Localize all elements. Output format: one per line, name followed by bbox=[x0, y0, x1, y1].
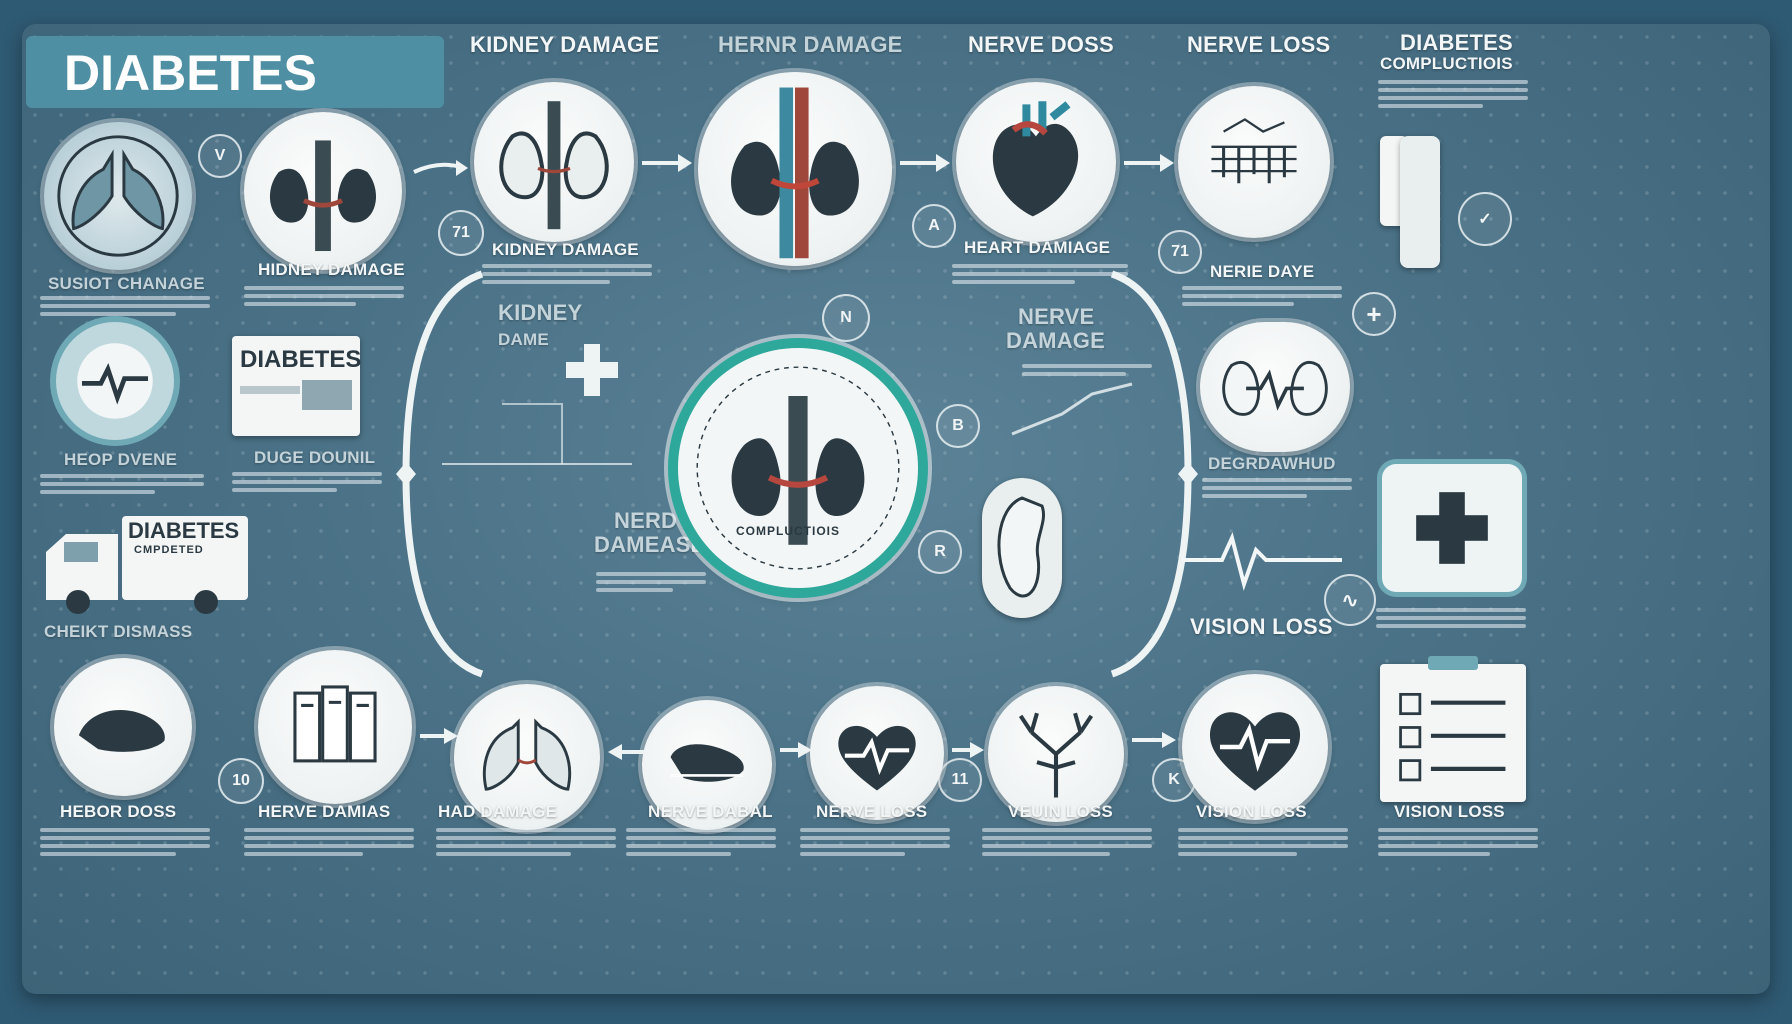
label-heart-damiage: HEART DAMIAGE bbox=[964, 238, 1111, 257]
check-badge-icon: ✓ bbox=[1458, 192, 1512, 246]
kidney-icon-3 bbox=[698, 72, 892, 266]
diabetes-card: DIABETES bbox=[232, 336, 362, 436]
left-bracket bbox=[396, 270, 632, 678]
text-block bbox=[626, 824, 776, 860]
bottom-label-hebor-doss: HEBOR DOSS bbox=[60, 802, 177, 821]
label-susiot-chanage: SUSIOT CHANAGE bbox=[48, 274, 205, 293]
badge-a: A bbox=[912, 204, 956, 248]
arrow-right-icon bbox=[413, 160, 468, 176]
clipboard-icon bbox=[1380, 656, 1526, 802]
badge-r: R bbox=[918, 530, 962, 574]
badge-71-right: 71 bbox=[1158, 230, 1202, 274]
text-block bbox=[1178, 824, 1348, 860]
infographic-board: DIABETES KIDNEY DAMAGE HERNR DAMAGE NERV… bbox=[22, 24, 1770, 994]
diabetes-card-title: DIABETES bbox=[240, 346, 362, 373]
heartbeat-icon bbox=[56, 322, 174, 440]
truck-label-1: DIABETES bbox=[128, 518, 240, 543]
arrow-right-icon bbox=[642, 154, 692, 172]
badge-71: 71 bbox=[438, 210, 484, 256]
arrow-right-icon bbox=[952, 742, 984, 758]
header-nerve-loss: NERVE LOSS bbox=[1187, 32, 1331, 57]
bottom-label-vision-loss: VISION LOSS bbox=[1196, 802, 1307, 821]
header-diabetes: DIABETES bbox=[1400, 30, 1513, 55]
kidney-detail-icon bbox=[982, 478, 1062, 618]
text-block bbox=[40, 470, 204, 498]
insulin-pen-icon bbox=[1400, 136, 1440, 268]
label-heop-dvene: HEOP DVENE bbox=[64, 450, 178, 469]
label-degrdawhud: DEGRDAWHUD bbox=[1208, 454, 1336, 473]
heart-pulse-icon bbox=[810, 686, 944, 820]
arrow-left-icon bbox=[608, 744, 646, 760]
medical-kit-icon bbox=[1382, 464, 1522, 592]
heart-icon bbox=[956, 82, 1116, 242]
pulse-badge-icon: ∿ bbox=[1324, 574, 1376, 626]
bottom-label-vision-loss-2: VISION LOSS bbox=[1394, 802, 1505, 821]
text-block bbox=[244, 824, 414, 860]
badge-n: N bbox=[822, 294, 870, 342]
kidney-icon-1 bbox=[244, 112, 402, 270]
arrow-right-icon bbox=[420, 728, 458, 744]
arrow-right-icon bbox=[1124, 154, 1174, 172]
text-block bbox=[1022, 360, 1152, 380]
label-duge-dounil: DUGE DOUNIL bbox=[254, 448, 376, 467]
kidney-pulse-icon bbox=[1200, 322, 1350, 452]
bottom-label-nerve-dabal: NERVE DABAL bbox=[648, 802, 773, 821]
text-block bbox=[40, 824, 210, 860]
text-block bbox=[232, 468, 382, 496]
text-block bbox=[1378, 76, 1528, 112]
text-block bbox=[800, 824, 950, 860]
text-block bbox=[1376, 604, 1526, 632]
center-hub: COMPLUCTIOIS bbox=[678, 348, 918, 588]
medical-plus-icon bbox=[566, 344, 618, 396]
label-kidney-damage: KIDNEY DAMAGE bbox=[492, 240, 639, 259]
lungs-icon bbox=[44, 122, 192, 270]
hub-ring-text: COMPLUCTIOIS bbox=[736, 524, 840, 538]
center-label-kidney: KIDNEY bbox=[498, 300, 583, 325]
vision-heart-icon bbox=[1182, 674, 1328, 820]
arrow-right-icon bbox=[1132, 732, 1176, 748]
label-cheikt-dismass: CHEIKT DISMASS bbox=[44, 622, 193, 641]
bottom-label-nerve-loss: NERVE LOSS bbox=[816, 802, 928, 821]
plus-icon: + bbox=[1352, 292, 1396, 336]
label-nerie-daye: NERIE DAYE bbox=[1210, 262, 1315, 281]
kidney-icon-2 bbox=[474, 82, 634, 242]
truck-label-2: CMPDETED bbox=[134, 544, 204, 556]
text-block bbox=[244, 282, 404, 310]
pulse-line-icon bbox=[1182, 532, 1342, 591]
badge-b: B bbox=[936, 404, 980, 448]
center-label-nerve: NERVE bbox=[1018, 304, 1095, 329]
text-block bbox=[40, 292, 210, 320]
bottom-label-veuin-loss: VEUIN LOSS bbox=[1008, 802, 1113, 821]
bottom-label-herve-damias: HERVE DAMIAS bbox=[258, 802, 391, 821]
arrow-right-icon bbox=[780, 742, 812, 758]
arrow-right-icon bbox=[900, 154, 950, 172]
header-nerve-doss: NERVE DOSS bbox=[968, 32, 1114, 57]
text-block bbox=[1378, 824, 1538, 860]
center-label-damage: DAMAGE bbox=[1006, 328, 1105, 353]
nerve-chart-icon bbox=[1178, 86, 1330, 238]
title-banner: DIABETES bbox=[26, 36, 444, 108]
charts-icon bbox=[258, 650, 412, 804]
label-vision-loss-mid: VISION LOSS bbox=[1190, 614, 1333, 639]
page-title: DIABETES bbox=[64, 45, 317, 101]
header-kidney-damage: KIDNEY DAMAGE bbox=[470, 32, 660, 57]
center-label-dame: DAME bbox=[498, 330, 549, 349]
liver-icon bbox=[54, 658, 192, 796]
badge-11: 11 bbox=[938, 758, 982, 802]
text-block bbox=[436, 824, 616, 860]
bottom-label-had-damage: HAD DAMAGE bbox=[438, 802, 558, 821]
badge-v: V bbox=[198, 134, 242, 178]
header-complications: COMPLUCTIOIS bbox=[1380, 54, 1513, 73]
text-block bbox=[982, 824, 1152, 860]
text-block bbox=[1202, 474, 1352, 502]
header-hernr-damage: HERNR DAMAGE bbox=[718, 32, 903, 57]
